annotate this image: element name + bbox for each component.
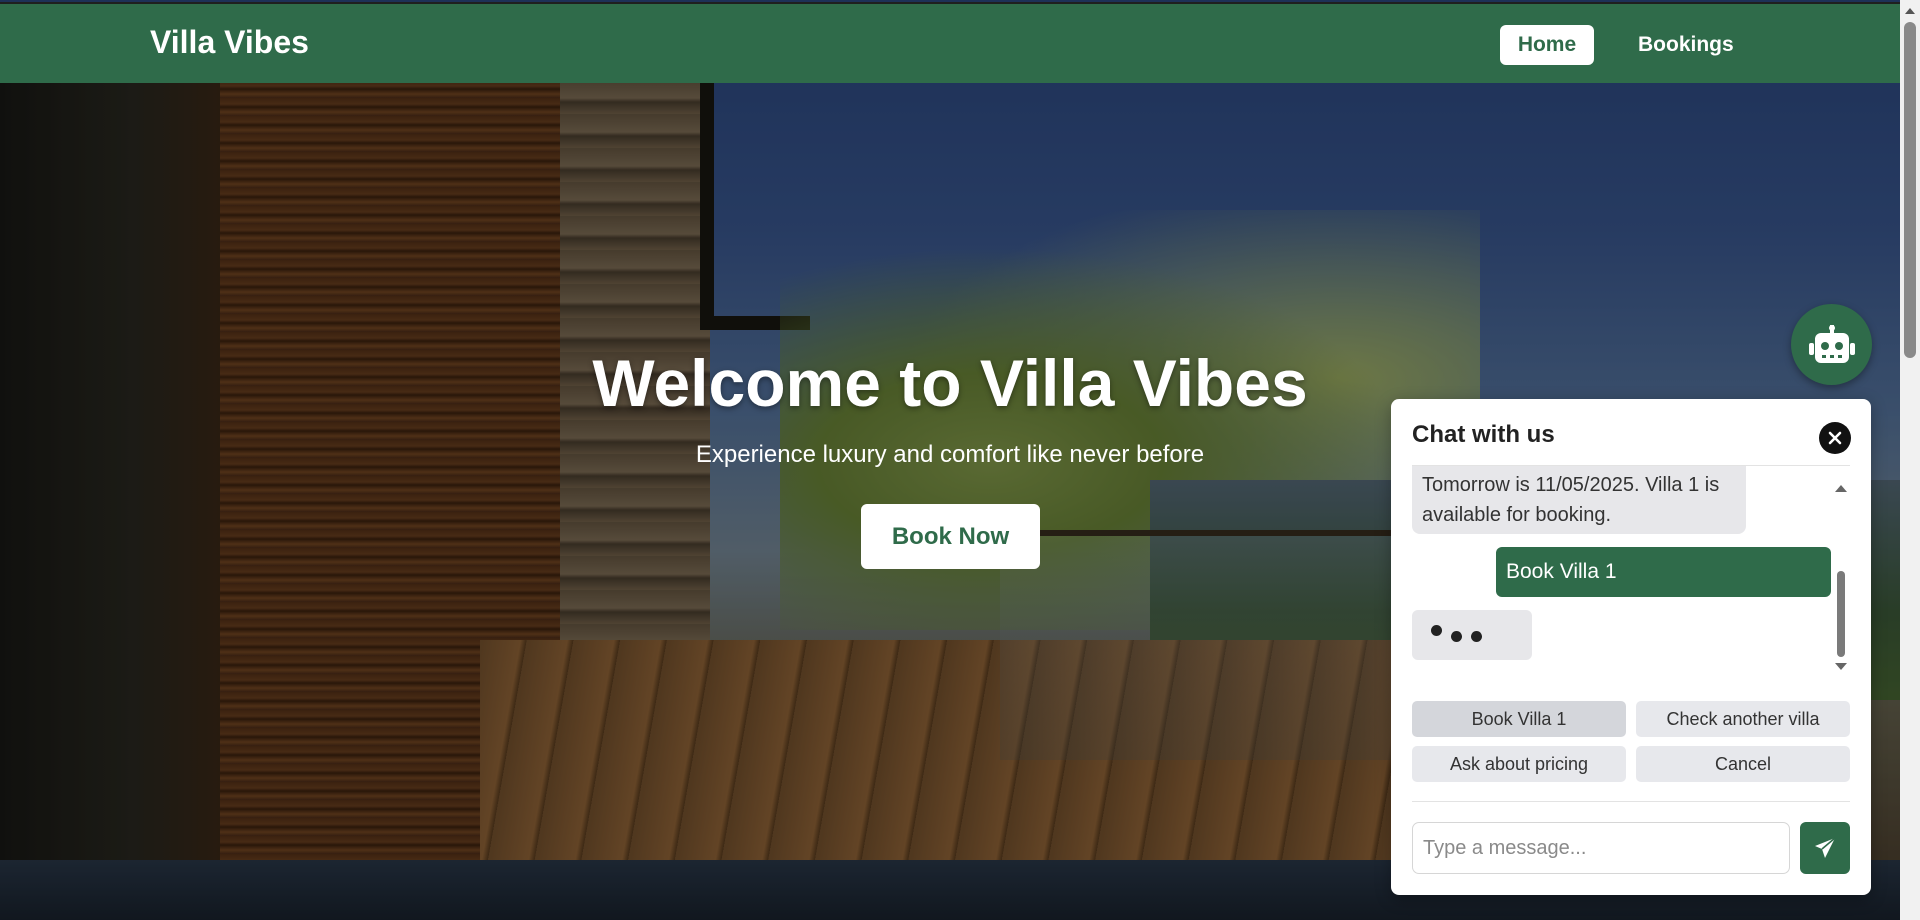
chat-scroll-thumb[interactable]: [1837, 571, 1845, 657]
scroll-down-arrow-icon[interactable]: [1835, 663, 1847, 670]
bot-message: Tomorrow is 11/05/2025. Villa 1 is avail…: [1412, 466, 1746, 534]
chat-message-input[interactable]: [1412, 822, 1790, 874]
navbar: Villa Vibes Home Bookings: [0, 2, 1900, 83]
user-message: Book Villa 1: [1496, 547, 1831, 597]
quick-reply-book-villa-1[interactable]: Book Villa 1: [1412, 701, 1626, 737]
close-icon: [1828, 431, 1842, 445]
paper-plane-icon: [1815, 837, 1836, 858]
robot-icon: [1808, 324, 1855, 363]
chat-scrollbar[interactable]: [1832, 479, 1848, 675]
nav-bookings-link[interactable]: Bookings: [1622, 25, 1750, 65]
scroll-up-arrow-icon[interactable]: [1835, 485, 1847, 492]
brand-logo[interactable]: Villa Vibes: [150, 24, 309, 61]
page-scrollbar[interactable]: [1900, 0, 1920, 920]
typing-dot: [1451, 631, 1462, 642]
quick-reply-check-another-villa[interactable]: Check another villa: [1636, 701, 1850, 737]
chat-panel: Chat with us Tomorrow is 11/05/2025. Vil…: [1391, 399, 1871, 895]
chat-input-divider: [1412, 801, 1850, 802]
nav-home-link[interactable]: Home: [1500, 25, 1594, 65]
chat-title: Chat with us: [1412, 421, 1555, 448]
typing-dot: [1431, 625, 1442, 636]
quick-reply-ask-about-pricing[interactable]: Ask about pricing: [1412, 746, 1626, 782]
book-now-button[interactable]: Book Now: [861, 504, 1040, 569]
page-scroll-up-arrow-icon[interactable]: [1905, 8, 1915, 14]
send-message-button[interactable]: [1800, 822, 1850, 874]
quick-reply-cancel[interactable]: Cancel: [1636, 746, 1850, 782]
chat-toggle-button[interactable]: [1791, 304, 1872, 385]
chat-close-button[interactable]: [1819, 422, 1851, 454]
typing-indicator: [1412, 610, 1532, 660]
chat-message-list[interactable]: Tomorrow is 11/05/2025. Villa 1 is avail…: [1412, 466, 1850, 664]
typing-dot: [1471, 631, 1482, 642]
page-scroll-thumb[interactable]: [1904, 22, 1916, 358]
